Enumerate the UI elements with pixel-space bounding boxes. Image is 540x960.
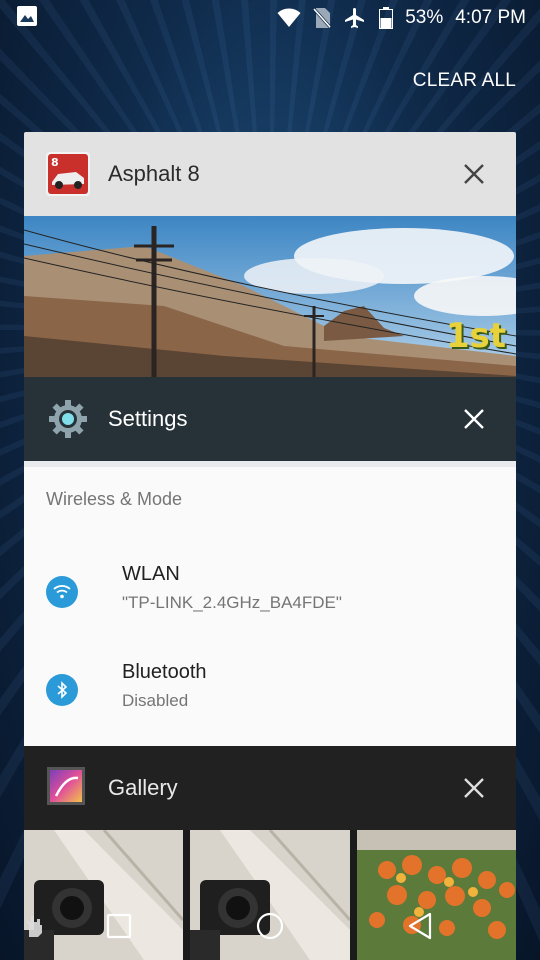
- card-header: Settings: [24, 377, 516, 461]
- close-icon[interactable]: [454, 768, 494, 808]
- settings-gear-icon: [46, 397, 90, 441]
- clock: 4:07 PM: [455, 7, 526, 28]
- navigation-bar: [0, 888, 540, 960]
- app-title: Settings: [108, 406, 188, 431]
- close-icon[interactable]: [454, 399, 494, 439]
- wlan-setting-row: WLAN "TP-LINK_2.4GHz_BA4FDE": [24, 553, 516, 633]
- bluetooth-icon: [46, 674, 78, 706]
- pref-summary: "TP-LINK_2.4GHz_BA4FDE": [122, 593, 342, 612]
- airplane-mode-icon: [343, 6, 367, 30]
- pref-summary: Disabled: [122, 691, 189, 710]
- card-header: Gallery: [24, 746, 516, 830]
- app-preview-screenshot: 1st: [24, 216, 516, 382]
- wifi-icon: [46, 576, 78, 608]
- section-title: Wireless & Mode: [46, 489, 183, 509]
- recent-card-settings[interactable]: Settings Wireless & Mode WLAN "TP-LINK_2…: [24, 377, 516, 777]
- home-button[interactable]: [248, 904, 292, 948]
- pref-title: WLAN: [122, 563, 180, 585]
- close-icon[interactable]: [454, 154, 494, 194]
- app-title: Asphalt 8: [108, 161, 200, 186]
- image-notification-icon: [16, 5, 38, 32]
- status-bar: 53% 4:07 PM: [0, 0, 540, 36]
- card-header: 8 Asphalt 8: [24, 132, 516, 216]
- pref-title: Bluetooth: [122, 661, 207, 683]
- gallery-app-icon: [46, 766, 90, 810]
- no-sim-icon: [313, 7, 332, 29]
- race-position-badge: 1st: [445, 316, 506, 356]
- bluetooth-setting-row: Bluetooth Disabled: [24, 651, 516, 731]
- wifi-icon: [277, 8, 301, 28]
- recents-button[interactable]: [97, 904, 141, 948]
- recent-card-asphalt-8[interactable]: 8 Asphalt 8 1st: [24, 132, 516, 382]
- svg-text:8: 8: [51, 156, 59, 169]
- app-preview-screenshot: Wireless & Mode WLAN "TP-LINK_2.4GHz_BA4…: [24, 461, 516, 777]
- battery-icon: [379, 7, 394, 29]
- app-title: Gallery: [108, 775, 178, 800]
- battery-percent: 53%: [405, 7, 444, 28]
- clear-all-button[interactable]: CLEAR ALL: [413, 70, 516, 92]
- hand-icon: [12, 904, 56, 948]
- asphalt-8-app-icon: 8: [46, 152, 90, 196]
- back-button[interactable]: [398, 904, 442, 948]
